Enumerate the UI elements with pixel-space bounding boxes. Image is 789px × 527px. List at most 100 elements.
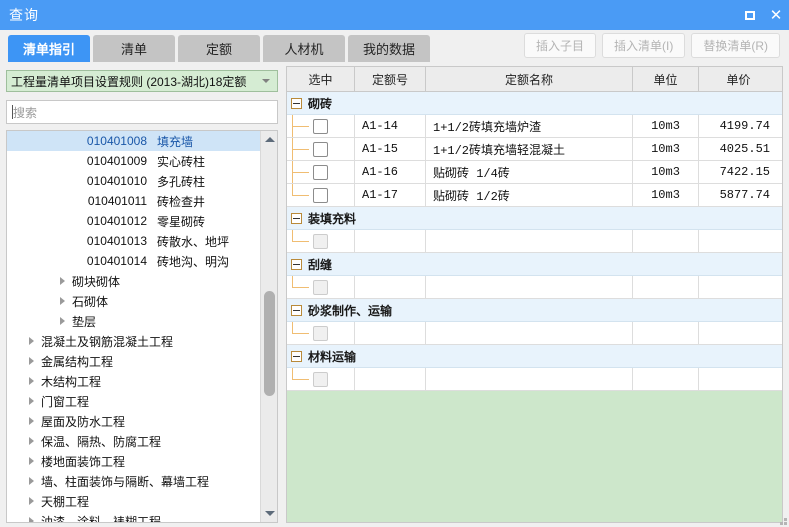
group-row-0[interactable]: 砌砖 bbox=[287, 92, 782, 115]
column-header-unit[interactable]: 单位 bbox=[633, 67, 699, 91]
row-checkbox[interactable] bbox=[313, 118, 328, 134]
tab-4[interactable]: 我的数据 bbox=[348, 35, 430, 62]
chevron-right-icon[interactable] bbox=[60, 317, 65, 325]
chevron-right-icon[interactable] bbox=[29, 397, 34, 405]
tree-leaf-010401014[interactable]: 010401014 砖地沟、明沟 bbox=[7, 251, 260, 271]
tree-node-top-6[interactable]: 楼地面装饰工程 bbox=[7, 451, 260, 471]
cell-code: A1-16 bbox=[355, 161, 426, 183]
table-row[interactable]: A1-16 贴砌砖 1/4砖 10m3 7422.15 bbox=[287, 161, 782, 184]
tree-leaf-name: 零星砌砖 bbox=[157, 214, 206, 229]
chevron-right-icon[interactable] bbox=[29, 437, 34, 445]
chevron-right-icon[interactable] bbox=[29, 357, 34, 365]
row-checkbox[interactable] bbox=[313, 141, 328, 157]
table-row[interactable] bbox=[287, 368, 782, 391]
column-header-select[interactable]: 选中 bbox=[287, 67, 355, 91]
chevron-right-icon[interactable] bbox=[29, 457, 34, 465]
cell-code bbox=[355, 276, 426, 298]
collapse-minus-icon[interactable] bbox=[291, 97, 302, 109]
tree-node-top-1[interactable]: 金属结构工程 bbox=[7, 351, 260, 371]
row-select-cell bbox=[287, 368, 355, 390]
collapse-minus-icon[interactable] bbox=[291, 258, 302, 270]
table-row[interactable] bbox=[287, 230, 782, 253]
tree-node-top-8[interactable]: 天棚工程 bbox=[7, 491, 260, 511]
row-checkbox bbox=[313, 279, 328, 295]
row-checkbox bbox=[313, 233, 328, 249]
chevron-right-icon[interactable] bbox=[29, 337, 34, 345]
collapse-minus-icon[interactable] bbox=[291, 212, 302, 224]
tab-label: 清单 bbox=[120, 42, 147, 57]
tree-leaf-010401012[interactable]: 010401012 零星砌砖 bbox=[7, 211, 260, 231]
tree-node-sub-1[interactable]: 石砌体 bbox=[7, 291, 260, 311]
chevron-right-icon[interactable] bbox=[29, 477, 34, 485]
chevron-right-icon[interactable] bbox=[29, 517, 34, 522]
tree-leaf-code: 010401013 bbox=[86, 234, 147, 248]
tree-node-top-4[interactable]: 屋面及防水工程 bbox=[7, 411, 260, 431]
tree-connector-line bbox=[292, 322, 310, 344]
cell-price: 5877.74 bbox=[719, 188, 770, 202]
resize-grip[interactable] bbox=[776, 514, 787, 525]
table-row[interactable] bbox=[287, 322, 782, 345]
row-select-cell bbox=[287, 161, 355, 183]
group-row-2[interactable]: 刮缝 bbox=[287, 253, 782, 276]
chevron-right-icon[interactable] bbox=[29, 417, 34, 425]
scroll-up-arrow-icon bbox=[264, 137, 275, 142]
tab-1[interactable]: 清单 bbox=[93, 35, 175, 62]
scroll-up-button[interactable] bbox=[261, 131, 277, 148]
tree-node-top-0[interactable]: 混凝土及钢筋混凝土工程 bbox=[7, 331, 260, 351]
toolbar-button-0[interactable]: 插入子目 bbox=[523, 33, 596, 58]
tree-node-sub-0[interactable]: 砌块砌体 bbox=[7, 271, 260, 291]
tree-connector-line bbox=[292, 115, 310, 137]
maximize-button[interactable] bbox=[737, 0, 763, 30]
scroll-down-button[interactable] bbox=[261, 505, 277, 522]
chevron-right-icon[interactable] bbox=[60, 297, 65, 305]
tree-node-label: 石砌体 bbox=[72, 294, 109, 309]
group-title: 装填充料 bbox=[308, 211, 357, 226]
table-row[interactable]: A1-15 1+1/2砖填充墙轻混凝土 10m3 4025.51 bbox=[287, 138, 782, 161]
group-row-3[interactable]: 砂浆制作、运输 bbox=[287, 299, 782, 322]
tree-node-top-9[interactable]: 油漆、涂料、裱糊工程 bbox=[7, 511, 260, 522]
tab-2[interactable]: 定额 bbox=[178, 35, 260, 62]
close-button[interactable]: ✕ bbox=[763, 0, 789, 30]
rule-select-dropdown[interactable]: 工程量清单项目设置规则 (2013-湖北)18定额 bbox=[6, 70, 278, 92]
tree-leaf-010401008[interactable]: 010401008 填充墙 bbox=[7, 131, 260, 151]
tab-0[interactable]: 清单指引 bbox=[8, 35, 90, 62]
toolbar-button-1[interactable]: 插入清单(I) bbox=[602, 33, 686, 58]
chevron-right-icon[interactable] bbox=[60, 277, 65, 285]
tree-node-top-5[interactable]: 保温、隔热、防腐工程 bbox=[7, 431, 260, 451]
column-header-name[interactable]: 定额名称 bbox=[426, 67, 633, 91]
tree-vertical-scrollbar[interactable] bbox=[260, 131, 277, 522]
search-input[interactable]: 搜索 bbox=[6, 100, 278, 124]
tree-node-label: 屋面及防水工程 bbox=[41, 414, 126, 429]
table-row[interactable] bbox=[287, 276, 782, 299]
tree-leaf-010401010[interactable]: 010401010 多孔砖柱 bbox=[7, 171, 260, 191]
tree-node-sub-2[interactable]: 垫层 bbox=[7, 311, 260, 331]
scrollbar-thumb[interactable] bbox=[264, 291, 275, 396]
cell-unit: 10m3 bbox=[633, 138, 699, 160]
tree-node-top-7[interactable]: 墙、柱面装饰与隔断、幕墙工程 bbox=[7, 471, 260, 491]
tree-leaf-010401011[interactable]: 010401011 砖检查井 bbox=[7, 191, 260, 211]
cell-code: A1-15 bbox=[355, 138, 426, 160]
row-checkbox[interactable] bbox=[313, 187, 328, 203]
collapse-minus-icon[interactable] bbox=[291, 350, 302, 362]
table-row[interactable]: A1-17 贴砌砖 1/2砖 10m3 5877.74 bbox=[287, 184, 782, 207]
toolbar-button-2[interactable]: 替换清单(R) bbox=[691, 33, 780, 58]
toolbar: 插入子目 插入清单(I) 替换清单(R) bbox=[523, 33, 780, 58]
chevron-right-icon[interactable] bbox=[29, 377, 34, 385]
cell-code: A1-17 bbox=[355, 184, 426, 206]
column-header-price[interactable]: 单价 bbox=[699, 67, 778, 91]
group-row-1[interactable]: 装填充料 bbox=[287, 207, 782, 230]
table-row[interactable]: A1-14 1+1/2砖填充墙炉渣 10m3 4199.74 bbox=[287, 115, 782, 138]
collapse-minus-icon[interactable] bbox=[291, 304, 302, 316]
quota-grid-panel: 选中 定额号 定额名称 单位 单价 砌砖 A1-14 1+1/2砖填充墙炉渣 10m3 4199… bbox=[286, 66, 783, 523]
chevron-right-icon[interactable] bbox=[29, 497, 34, 505]
tree-node-top-2[interactable]: 木结构工程 bbox=[7, 371, 260, 391]
column-header-code[interactable]: 定额号 bbox=[355, 67, 426, 91]
row-checkbox[interactable] bbox=[313, 164, 328, 180]
row-select-cell bbox=[287, 184, 355, 206]
tab-3[interactable]: 人材机 bbox=[263, 35, 345, 62]
tree-scroll-area: 010401008 填充墙 010401009 实心砖柱 010401010 多孔砖柱 01… bbox=[7, 131, 260, 522]
tree-leaf-010401009[interactable]: 010401009 实心砖柱 bbox=[7, 151, 260, 171]
tree-leaf-010401013[interactable]: 010401013 砖散水、地坪 bbox=[7, 231, 260, 251]
group-row-4[interactable]: 材料运输 bbox=[287, 345, 782, 368]
tree-node-top-3[interactable]: 门窗工程 bbox=[7, 391, 260, 411]
